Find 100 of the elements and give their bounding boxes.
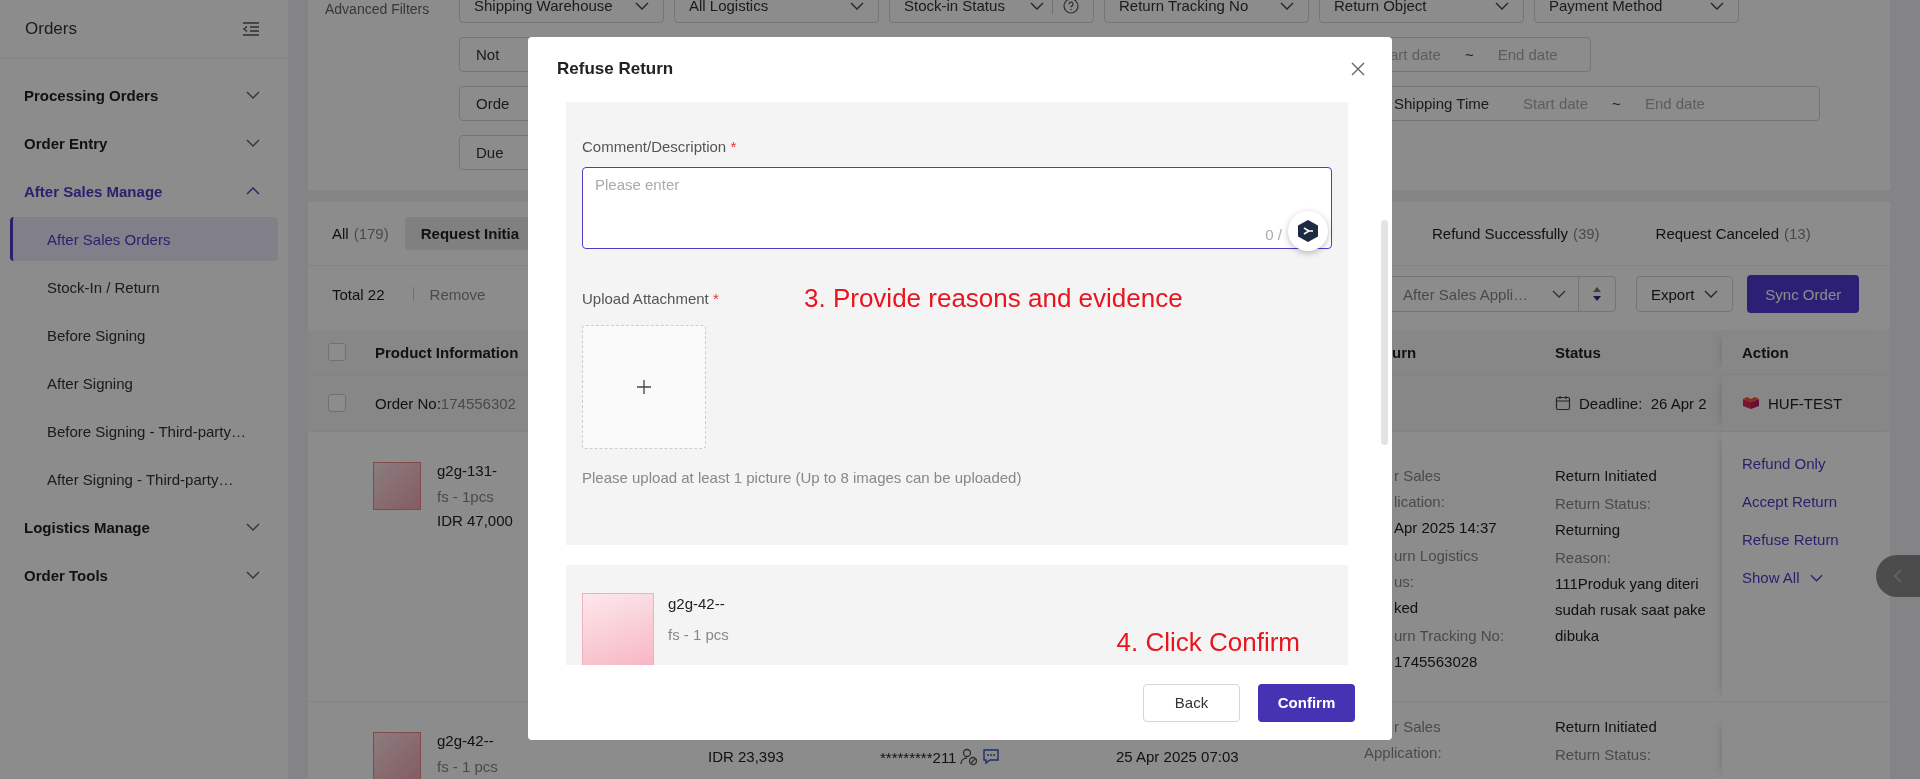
deadline-text: Deadline: 26 Apr 2 — [1579, 394, 1707, 412]
chevron-icon — [1280, 1, 1294, 10]
product-spec: fs - 1pcs — [437, 488, 495, 505]
return-info-text: urn Tracking No: — [1393, 627, 1506, 645]
filter-dropdown[interactable]: Return Object — [1319, 0, 1524, 23]
menu-group[interactable]: Order Tools — [0, 551, 288, 599]
product-name: g2g-131- — [437, 462, 499, 479]
chevron-icon — [1710, 1, 1724, 10]
plus-icon — [637, 380, 651, 394]
sort-order-button[interactable] — [1578, 276, 1616, 312]
chevron-left-icon — [1894, 569, 1902, 583]
status-tab[interactable]: Refund Successfully (39) — [1432, 217, 1600, 250]
confirm-button[interactable]: Confirm — [1258, 683, 1355, 722]
chevron-icon — [1030, 1, 1044, 10]
field-label: Upload Attachment * — [582, 290, 720, 307]
menu-item[interactable]: After Sales Orders — [10, 217, 278, 261]
remove-button[interactable]: Remove — [429, 285, 486, 303]
product-photo — [373, 462, 421, 510]
sync-order-button[interactable]: Sync Order — [1747, 275, 1860, 313]
status-tab[interactable]: Request Canceled (13) — [1655, 217, 1811, 250]
product-price: IDR 47,000 — [437, 512, 513, 529]
return-info-text: Application: — [1364, 744, 1443, 762]
action-link[interactable]: Refund Only — [1742, 454, 1826, 474]
collapse-menu-icon[interactable] — [242, 22, 260, 36]
total-count: Total 22 — [332, 285, 385, 303]
menu-group[interactable]: After Sales Manage — [0, 167, 288, 215]
filter-label: Advanced Filters — [324, 1, 431, 19]
checkbox[interactable] — [328, 343, 346, 361]
menu-item[interactable]: After Signing — [10, 361, 278, 405]
product-name: g2g-42-- — [437, 732, 495, 749]
sort-arrows-icon — [1592, 286, 1602, 302]
side-panel-toggle[interactable] — [1876, 555, 1920, 597]
annotation-text: 4. Click Confirm — [1116, 627, 1300, 659]
chevron-icon — [246, 523, 260, 531]
shop-name: HUF-TEST — [1768, 394, 1843, 412]
column-header: urn — [1392, 343, 1417, 361]
product-photo — [373, 732, 421, 779]
back-button[interactable]: Back — [1143, 683, 1240, 722]
filter-dropdown[interactable]: Payment Method — [1534, 0, 1739, 23]
menu-item[interactable]: Stock-In / Return — [10, 265, 278, 309]
filter-dropdown[interactable]: Shipping Warehouse — [459, 0, 664, 23]
buyer-id: *********211 — [880, 748, 957, 766]
chevron-icon — [1704, 290, 1719, 298]
scrollbar[interactable] — [1381, 220, 1388, 445]
return-info-text: 1745563028 — [1393, 653, 1479, 671]
filter-dropdown[interactable]: All Logistics — [674, 0, 879, 23]
filter-dropdown[interactable]: Stock-in Status — [889, 0, 1094, 23]
menu-group[interactable]: Processing Orders — [0, 71, 288, 119]
menu-group[interactable]: Order Entry — [0, 119, 288, 167]
menu-item[interactable]: Before Signing - Third-party… — [10, 409, 278, 453]
status-text: Reason: — [1555, 549, 1612, 567]
help-icon[interactable] — [1052, 0, 1079, 14]
status-text: Return Initiated — [1555, 718, 1658, 736]
return-info-text: r Sales — [1393, 718, 1442, 736]
product-name: g2g-42-- — [668, 595, 726, 612]
order-number: Order No:174556302 — [375, 394, 516, 412]
character-counter: 0 / — [1265, 226, 1282, 243]
close-icon[interactable] — [1351, 61, 1365, 76]
user-icon[interactable] — [960, 748, 979, 766]
status-tab[interactable]: All (179) — [332, 217, 389, 250]
menu-group[interactable]: Logistics Manage — [0, 503, 288, 551]
sidebar-title: Orders — [25, 19, 77, 39]
dialog-title: Refuse Return — [557, 58, 674, 79]
product-spec: fs - 1 pcs — [668, 626, 729, 643]
return-info-text: urn Logistics — [1393, 547, 1480, 565]
menu-item[interactable]: Before Signing — [10, 313, 278, 357]
chevron-icon — [850, 1, 864, 10]
date-time: 25 Apr 2025 07:03 — [1116, 748, 1239, 765]
return-info-text: us: — [1393, 573, 1415, 591]
show-all-link[interactable]: Show All — [1742, 568, 1823, 588]
product-spec: fs - 1 pcs — [437, 758, 498, 775]
calendar-icon — [1555, 395, 1571, 411]
chevron-icon — [1495, 1, 1509, 10]
chevron-icon — [246, 571, 260, 579]
status-text: Return Status: — [1555, 746, 1652, 764]
chevron-icon — [246, 91, 260, 99]
return-info-text: r Sales — [1393, 467, 1442, 485]
action-link[interactable]: Refuse Return — [1742, 530, 1839, 550]
shop-logo-icon — [1742, 396, 1760, 410]
export-button[interactable]: Export — [1636, 276, 1734, 312]
checkbox[interactable] — [328, 394, 346, 412]
filter-dropdown[interactable]: Return Tracking No — [1104, 0, 1309, 23]
chevron-icon — [1809, 574, 1823, 582]
status-text: Returning — [1555, 521, 1622, 539]
chevron-icon — [635, 1, 649, 10]
status-text: Return Status: — [1555, 495, 1652, 513]
column-header: Action — [1742, 343, 1789, 361]
return-info-text: lication: — [1393, 493, 1446, 511]
chevron-icon — [246, 187, 260, 195]
upload-hint: Please upload at least 1 picture (Up to 8 images can be uploaded) — [582, 469, 1023, 486]
column-header: Status — [1555, 343, 1601, 361]
field-label: Comment/Description * — [582, 138, 738, 155]
status-text: Return Initiated — [1555, 467, 1658, 485]
return-info-text: Apr 2025 14:37 — [1393, 519, 1498, 537]
chevron-icon — [246, 139, 260, 147]
chat-icon[interactable] — [982, 749, 1001, 765]
menu-item[interactable]: After Signing - Third-party… — [10, 457, 278, 501]
chevron-icon — [1552, 290, 1566, 298]
reason-text: 111Produk yang diteri sudah rusak saat pake dibuka — [1555, 575, 1707, 645]
action-link[interactable]: Accept Return — [1742, 492, 1838, 512]
